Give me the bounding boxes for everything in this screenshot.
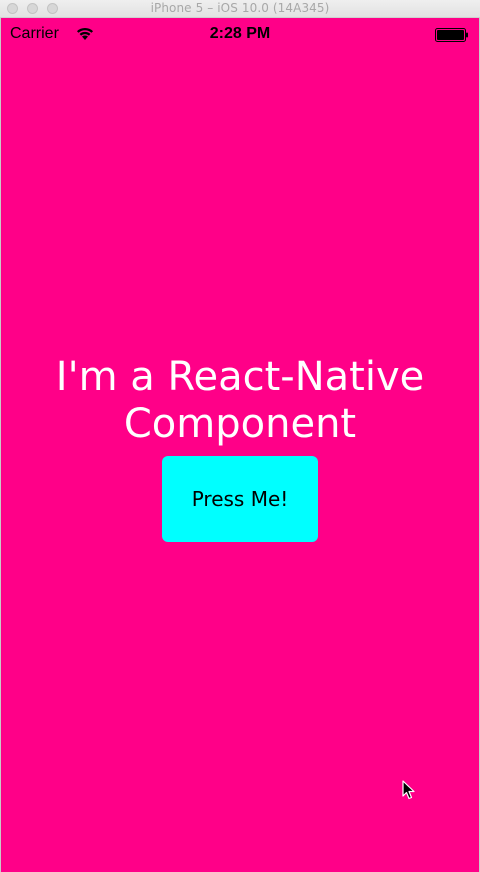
simulator-window: iPhone 5 – iOS 10.0 (14A345) Carrier 2:2… xyxy=(0,0,480,872)
status-time: 2:28 PM xyxy=(209,25,271,42)
headline-line-1: I'm a React-Native xyxy=(55,354,425,400)
press-me-button[interactable]: Press Me! xyxy=(162,456,318,542)
headline-line-2: Component xyxy=(123,401,357,447)
status-bar: Carrier 2:28 PM xyxy=(1,18,479,52)
app-screen: Carrier 2:28 PM I'm a React-Native Compo… xyxy=(0,18,480,872)
window-title: iPhone 5 – iOS 10.0 (14A345) xyxy=(150,1,330,15)
window-title-bar: iPhone 5 – iOS 10.0 (14A345) xyxy=(0,0,480,18)
headline-text: I'm a React-Native Component xyxy=(1,354,479,448)
mouse-pointer-icon xyxy=(402,780,415,800)
center-content: I'm a React-Native Component Press Me! xyxy=(1,354,479,542)
battery-icon xyxy=(435,28,468,42)
